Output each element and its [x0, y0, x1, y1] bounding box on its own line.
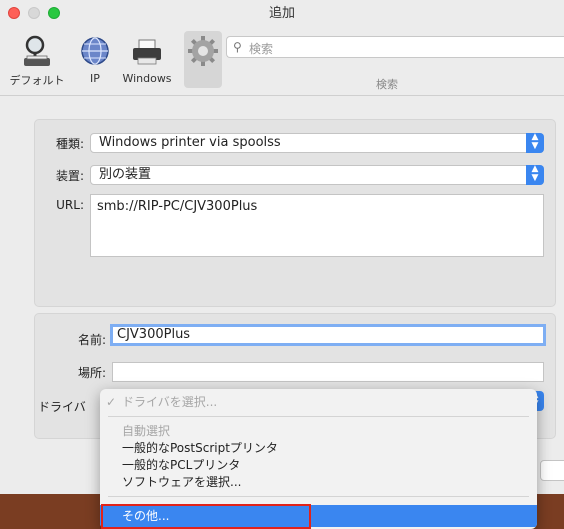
toolbar-windows[interactable]: Windows [117, 28, 177, 90]
magnifier-printer-icon [20, 34, 54, 68]
gear-icon [186, 34, 220, 68]
toolbar-default-label: デフォルト [9, 74, 65, 87]
zoom-window-button[interactable] [48, 7, 60, 19]
toolbar-ip[interactable]: IP [78, 28, 112, 90]
url-field[interactable]: smb://RIP-PC/CJV300Plus [90, 194, 544, 257]
search-placeholder: 検索 [249, 42, 274, 56]
printer-icon [130, 34, 164, 68]
type-value: Windows printer via spoolss [99, 135, 281, 150]
toolbar-default[interactable]: デフォルト [2, 28, 72, 90]
device-label: 装置: [55, 169, 84, 183]
search-field[interactable]: ⚲ 検索 [226, 36, 564, 58]
toolbar: デフォルト IP Windows ⚲ 検索 検索 [0, 28, 564, 91]
close-window-button[interactable] [8, 7, 20, 19]
name-label: 名前: [77, 333, 106, 347]
globe-icon [78, 34, 112, 68]
menu-item-select-software[interactable]: ソフトウェアを選択... [100, 474, 537, 491]
device-popup[interactable]: 別の装置 ▲ ▼ [90, 165, 544, 185]
toolbar-advanced[interactable]: 詳細 [184, 28, 222, 90]
menu-separator [108, 496, 529, 497]
minimize-window-button[interactable] [28, 7, 40, 19]
device-value: 別の装置 [99, 167, 152, 182]
menu-separator [108, 416, 529, 417]
type-popup[interactable]: Windows printer via spoolss ▲ ▼ [90, 133, 544, 153]
partially-hidden-button[interactable] [540, 460, 564, 481]
popup-chevron-icon: ▲▼ [526, 133, 544, 153]
menu-item-generic-pcl[interactable]: 一般的なPCLプリンタ [100, 457, 537, 474]
driver-label: ドライバ [38, 400, 86, 414]
type-label: 種類: [55, 137, 84, 151]
title-bar: 追加 [0, 0, 564, 28]
toolbar-ip-label: IP [90, 72, 100, 85]
window-title: 追加 [268, 6, 295, 21]
name-field[interactable]: CJV300Plus [110, 324, 546, 346]
search-icon: ⚲ [233, 40, 242, 54]
toolbar-divider [0, 95, 564, 96]
popup-chevron-icon: ▲▼ [526, 165, 544, 185]
url-value: smb://RIP-PC/CJV300Plus [97, 199, 258, 214]
checkmark-icon: ✓ [106, 395, 117, 409]
search-caption: 検索 [376, 78, 398, 91]
location-label: 場所: [77, 366, 106, 380]
highlight-annotation-box [101, 504, 311, 529]
location-field[interactable] [112, 362, 544, 382]
name-value: CJV300Plus [117, 327, 191, 342]
toolbar-windows-label: Windows [122, 72, 172, 85]
menu-item-auto-select: 自動選択 [122, 424, 171, 438]
menu-item-generic-postscript[interactable]: 一般的なPostScriptプリンタ [100, 440, 537, 457]
url-label: URL: [56, 198, 84, 212]
menu-item-selected-driver[interactable]: ✓ ドライバを選択... [100, 394, 537, 411]
